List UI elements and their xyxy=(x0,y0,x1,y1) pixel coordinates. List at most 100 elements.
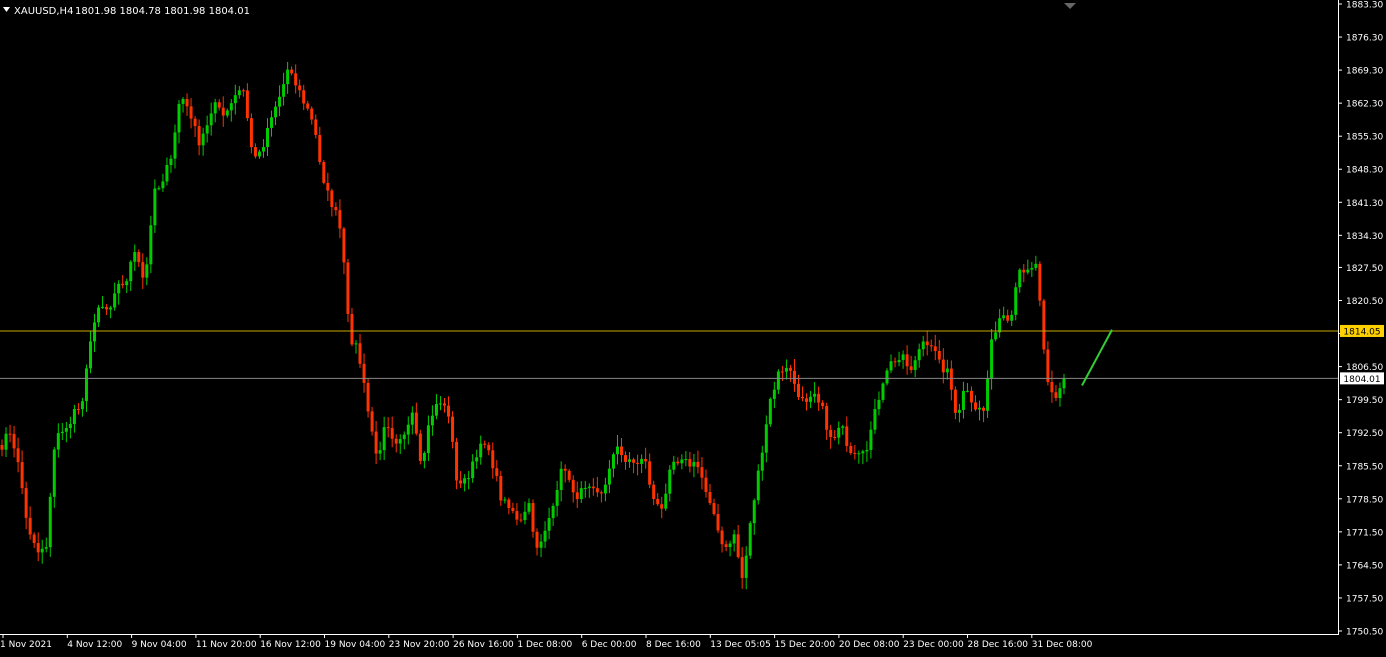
chart-shift-marker[interactable] xyxy=(1064,3,1076,9)
candle xyxy=(89,331,92,374)
trend-line[interactable] xyxy=(1081,329,1113,386)
time-tick-label: 11 Nov 20:00 xyxy=(196,640,257,650)
candle-body xyxy=(68,424,72,428)
candle xyxy=(491,442,495,479)
candle-body xyxy=(656,498,660,505)
candle xyxy=(322,160,326,185)
candle-body xyxy=(386,427,390,429)
chevron-down-icon[interactable] xyxy=(3,7,10,12)
candle-body xyxy=(1062,378,1066,389)
candle xyxy=(696,450,700,474)
candle xyxy=(189,98,193,129)
candle xyxy=(945,359,949,380)
time-tick-label: 16 Nov 12:00 xyxy=(260,640,321,650)
time-tick-label: 20 Dec 08:00 xyxy=(839,640,900,650)
candle xyxy=(40,539,44,564)
candle-body xyxy=(342,228,346,263)
candle-body xyxy=(801,396,805,399)
candle-body xyxy=(455,441,459,481)
candle xyxy=(784,359,788,380)
candle-body xyxy=(893,361,897,363)
candle xyxy=(1018,268,1022,293)
price-chart[interactable]: 1883.30 1876.30 1869.30 1862.30 1855.30 1848.… xyxy=(0,0,1386,653)
candle xyxy=(394,434,398,453)
candle-body xyxy=(837,427,841,438)
candle-body xyxy=(660,504,664,509)
price-tick-label: 1785.50 xyxy=(1346,462,1383,472)
candle xyxy=(821,400,825,410)
candle-body xyxy=(998,318,1002,333)
candle-body xyxy=(229,103,233,111)
candle-body xyxy=(965,390,969,392)
candle-body xyxy=(12,433,16,449)
candle xyxy=(117,280,121,305)
candle-body xyxy=(479,443,483,458)
candle xyxy=(286,61,290,94)
candle-body xyxy=(189,106,193,119)
candle xyxy=(447,396,451,424)
candle xyxy=(756,464,760,505)
candle-body xyxy=(595,488,599,493)
candle xyxy=(744,546,748,590)
candle xyxy=(841,424,845,435)
candle-body xyxy=(1018,269,1022,288)
candle xyxy=(302,84,306,111)
candle xyxy=(390,416,394,448)
candle xyxy=(109,305,113,319)
candle xyxy=(680,454,684,470)
candle xyxy=(245,83,249,122)
candle xyxy=(853,444,857,460)
candle-body xyxy=(44,547,48,549)
candle xyxy=(692,453,696,478)
candle xyxy=(306,100,310,111)
candle xyxy=(949,360,953,401)
price-tick-label: 1750.50 xyxy=(1346,628,1383,638)
candle-body xyxy=(101,306,105,308)
candle-body xyxy=(72,409,76,425)
candle-body xyxy=(253,147,257,157)
candle-body xyxy=(1014,287,1018,315)
candle xyxy=(676,457,680,466)
candle xyxy=(205,115,209,143)
candle xyxy=(656,493,660,507)
candle-body xyxy=(113,293,117,308)
candle xyxy=(294,64,298,94)
candle xyxy=(624,451,628,470)
candle-body xyxy=(652,484,656,499)
candle xyxy=(467,470,471,490)
candle xyxy=(668,465,672,502)
candle xyxy=(24,481,28,530)
candle-body xyxy=(290,69,294,74)
candle-body xyxy=(338,210,342,229)
chart-svg[interactable]: 1883.30 1876.30 1869.30 1862.30 1855.30 1848.… xyxy=(0,0,1386,653)
candle xyxy=(1002,306,1006,321)
candle-body xyxy=(579,488,583,500)
candle-body xyxy=(696,461,700,468)
candle-body xyxy=(20,462,24,489)
candle xyxy=(422,451,426,469)
candle-body xyxy=(788,367,792,371)
candle xyxy=(740,547,744,589)
candle xyxy=(229,99,233,122)
candle xyxy=(982,406,986,423)
time-axis: 1 Nov 2021 4 Nov 12:00 9 Nov 04:00 11 Nov 2… xyxy=(0,634,1093,650)
candle-body xyxy=(354,343,358,345)
candle xyxy=(772,381,776,409)
candle xyxy=(595,476,599,497)
candle-body xyxy=(390,428,394,439)
candle-body xyxy=(684,459,688,461)
candle xyxy=(648,453,652,489)
candle-body xyxy=(615,446,619,455)
candle-body xyxy=(805,398,809,402)
candle-body xyxy=(97,307,101,323)
candle-body xyxy=(784,367,788,372)
candle xyxy=(366,378,370,418)
candle xyxy=(36,532,40,562)
candle xyxy=(278,85,282,117)
candle-body xyxy=(467,478,471,480)
candle xyxy=(93,313,97,352)
candle-body xyxy=(209,113,213,126)
candle-body xyxy=(40,548,44,553)
candle-body xyxy=(768,398,772,425)
candle xyxy=(1054,385,1058,402)
